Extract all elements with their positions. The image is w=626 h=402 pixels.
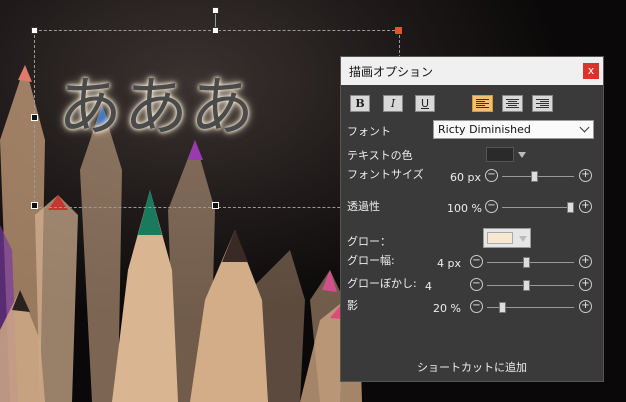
font-size-label: フォントサイズ xyxy=(347,168,424,181)
font-size-slider-thumb[interactable] xyxy=(531,171,539,182)
font-select-value: Ricty Diminished xyxy=(438,123,531,136)
opacity-decrease-button[interactable]: − xyxy=(485,200,498,213)
dialog-title: 描画オプション xyxy=(349,64,434,79)
glow-blur-label: グローぼかし: xyxy=(347,277,417,290)
shadow-slider-thumb[interactable] xyxy=(499,302,506,313)
glow-color-dropdown-icon xyxy=(519,236,527,242)
font-size-increase-button[interactable]: + xyxy=(579,169,592,182)
glow-width-value: 4 px xyxy=(437,257,461,270)
resize-handle-top-right[interactable] xyxy=(395,27,402,34)
opacity-slider-thumb[interactable] xyxy=(567,202,574,213)
chevron-down-icon xyxy=(579,122,590,133)
glow-label: グロー： xyxy=(347,235,391,248)
shadow-increase-button[interactable]: + xyxy=(579,300,592,313)
resize-handle-top[interactable] xyxy=(212,27,219,34)
shadow-decrease-button[interactable]: − xyxy=(470,300,483,313)
glow-width-increase-button[interactable]: + xyxy=(579,255,592,268)
glow-blur-slider-thumb[interactable] xyxy=(523,280,530,291)
align-left-button[interactable] xyxy=(472,95,493,112)
align-center-button[interactable] xyxy=(502,95,523,112)
glow-width-label: グロー幅: xyxy=(347,254,395,267)
align-right-button[interactable] xyxy=(532,95,553,112)
dialog-titlebar[interactable]: 描画オプション x xyxy=(341,57,603,85)
glow-color-picker[interactable] xyxy=(483,228,531,248)
opacity-value: 100 % xyxy=(447,202,482,215)
bold-button[interactable]: B xyxy=(350,95,370,112)
font-size-value: 60 px xyxy=(450,171,481,184)
font-label: フォント xyxy=(347,125,391,138)
opacity-label: 透過性 xyxy=(347,200,380,213)
glow-blur-value: 4 xyxy=(425,280,432,293)
shadow-label: 影 xyxy=(347,299,358,312)
add-to-shortcut-button[interactable]: ショートカットに追加 xyxy=(341,359,603,375)
glow-blur-slider-track[interactable] xyxy=(487,285,574,286)
font-size-decrease-button[interactable]: − xyxy=(485,169,498,182)
shadow-value: 20 % xyxy=(433,302,461,315)
opacity-slider-track[interactable] xyxy=(502,207,574,208)
italic-button[interactable]: I xyxy=(383,95,403,112)
resize-handle-bottom-left[interactable] xyxy=(31,202,38,209)
rotation-handle[interactable] xyxy=(212,7,219,14)
glow-blur-decrease-button[interactable]: − xyxy=(470,278,483,291)
close-button[interactable]: x xyxy=(583,63,599,79)
draw-options-dialog: 描画オプション x B I U フォント Ricty Diminished テキ… xyxy=(340,56,604,382)
underline-button[interactable]: U xyxy=(415,95,435,112)
text-color-dropdown-icon[interactable] xyxy=(518,152,526,158)
resize-handle-bottom[interactable] xyxy=(212,202,219,209)
glow-width-slider-track[interactable] xyxy=(487,262,574,263)
opacity-increase-button[interactable]: + xyxy=(579,200,592,213)
resize-handle-top-left[interactable] xyxy=(31,27,38,34)
glow-width-decrease-button[interactable]: − xyxy=(470,255,483,268)
resize-handle-left[interactable] xyxy=(31,114,38,121)
glow-width-slider-thumb[interactable] xyxy=(523,257,530,268)
text-color-label: テキストの色 xyxy=(347,149,413,162)
glow-blur-increase-button[interactable]: + xyxy=(579,278,592,291)
text-color-swatch[interactable] xyxy=(486,147,514,162)
font-select[interactable]: Ricty Diminished xyxy=(433,120,594,139)
glow-color-swatch xyxy=(487,232,513,244)
